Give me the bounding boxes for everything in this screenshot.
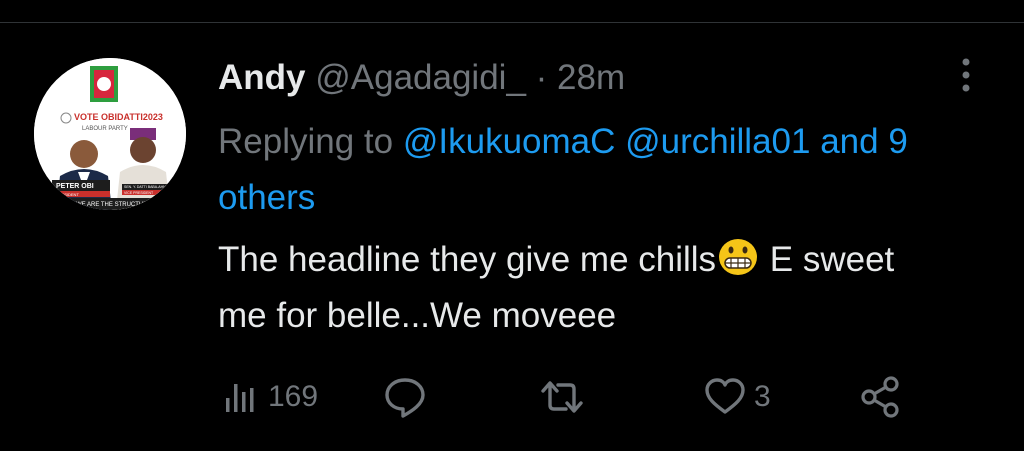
reply-icon — [385, 378, 425, 418]
mention-link[interactable]: @IkukuomaC — [403, 122, 616, 161]
avatar-banner-text: VOTE OBIDATTI2023 — [74, 112, 163, 122]
user-handle[interactable]: @Agadagidi_ — [315, 58, 526, 97]
views-count: 169 — [268, 380, 319, 413]
retweet-button[interactable] — [540, 372, 592, 422]
avatar-right-role: VICE PRESIDENT — [124, 191, 154, 195]
share-icon — [861, 376, 899, 418]
avatar-party-text: LABOUR PARTY — [82, 126, 128, 132]
like-button[interactable]: 3 — [704, 372, 771, 422]
views-icon — [226, 384, 254, 412]
separator-dot: · — [535, 58, 548, 97]
like-count: 3 — [754, 380, 771, 413]
avatar-bottom-text: WE ARE THE STRUCTURE — [76, 202, 152, 208]
more-icon — [962, 58, 970, 92]
avatar-left-name: PETER OBI — [56, 183, 94, 190]
replying-to-label: Replying to — [218, 122, 394, 161]
avatar-right-name: SEN. Y. DATTI BABA-AHMED — [124, 185, 171, 189]
tweet-text: The headline they give me chills E sweet… — [218, 232, 938, 344]
timestamp[interactable]: 28m — [557, 58, 625, 97]
views-button[interactable]: 169 — [222, 372, 318, 422]
avatar-left-role: PRESIDENT — [56, 192, 79, 197]
tweet-text-part1: The headline they give me chills — [218, 240, 717, 279]
action-bar: 169 3 — [222, 372, 922, 422]
reply-button[interactable] — [382, 372, 436, 422]
avatar[interactable]: VOTE OBIDATTI2023 LABOUR PARTY PETER OBI… — [34, 58, 186, 210]
more-options-button[interactable] — [951, 54, 981, 98]
replying-to: Replying to @IkukuomaC @urchilla01 and 9… — [218, 114, 958, 226]
mention-link[interactable]: @urchilla01 — [625, 122, 810, 161]
like-icon — [705, 378, 745, 414]
grinning-emoji-icon — [719, 239, 758, 275]
tweet-header: Andy @Agadagidi_ · 28m — [218, 56, 625, 100]
tweet[interactable]: VOTE OBIDATTI2023 LABOUR PARTY PETER OBI… — [0, 0, 1024, 451]
display-name[interactable]: Andy — [218, 58, 306, 97]
retweet-icon — [541, 381, 583, 413]
share-button[interactable] — [858, 372, 904, 422]
